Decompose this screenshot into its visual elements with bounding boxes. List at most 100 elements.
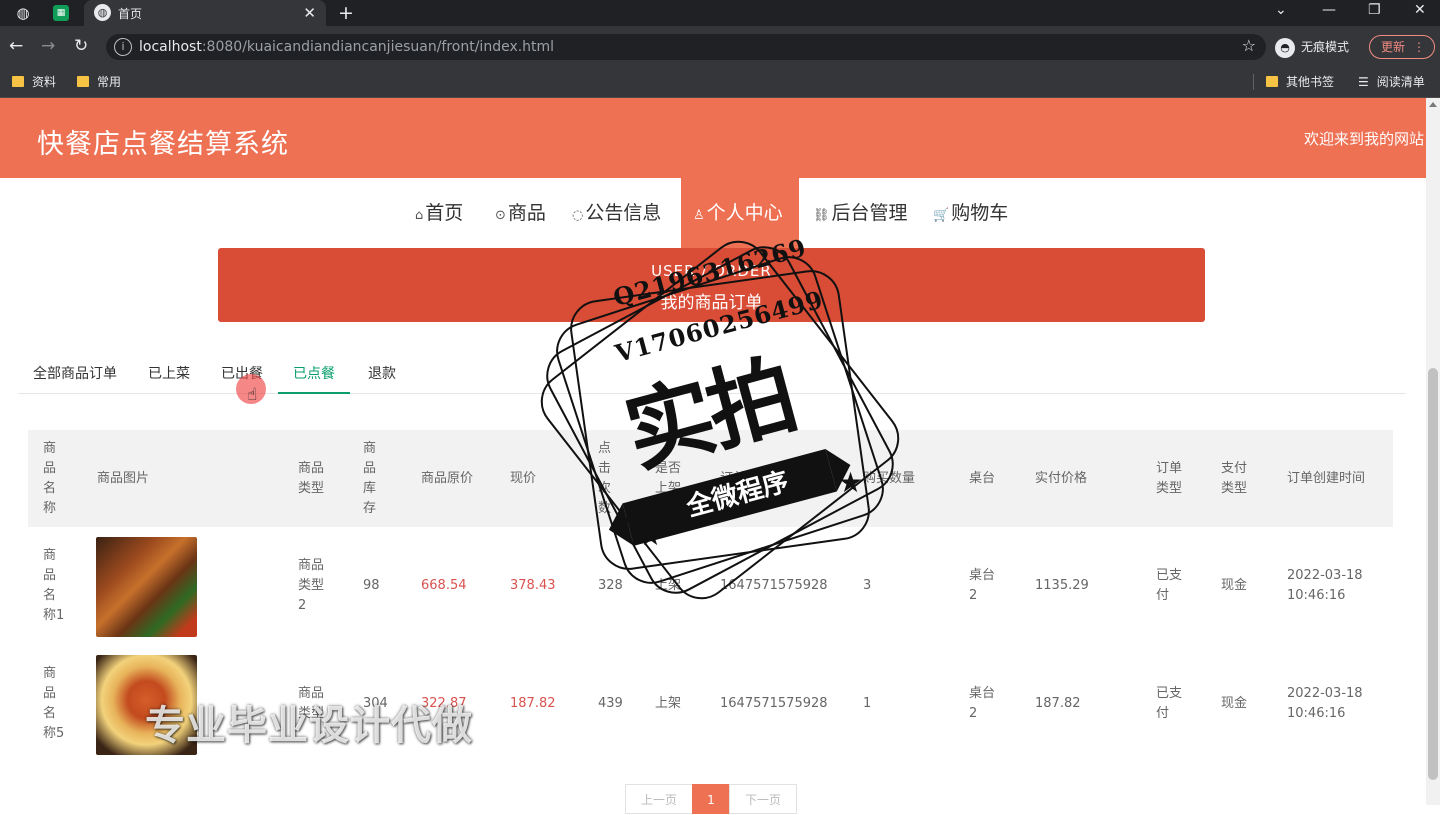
main-nav: ⌂ 首页 ⊙ 商品 ◌ 公告信息 ♙ 个人中心 ⛓ 后台管理 🛒 购物车 [0, 178, 1426, 248]
home-icon: ⌂ [415, 208, 424, 223]
cell-orig-price: 668.54 [421, 578, 467, 593]
cell-order-no: 1647571575928 [720, 696, 828, 711]
incognito-indicator[interactable]: ◓ 无痕模式 [1275, 36, 1349, 58]
product-image [96, 655, 197, 755]
cell-type: 商品类型 [298, 686, 325, 721]
col-pay-type: 支付类型 [1221, 460, 1248, 496]
site-info-icon[interactable]: i [114, 38, 132, 56]
bookmark-folder-1[interactable]: 资料 [12, 73, 56, 91]
restore-icon[interactable]: ❐ [1368, 2, 1381, 18]
cell-qty: 1 [863, 696, 872, 711]
col-image: 商品图片 [97, 470, 150, 486]
reload-icon[interactable]: ↻ [74, 36, 88, 56]
order-status-tabs: 全部商品订单 已上菜 已出餐 已点餐 退款 [18, 354, 1406, 394]
url-text: localhost:8080/kuaicandiandiancanjiesuan… [139, 39, 555, 55]
table-header: 商品名称 商品图片 商品类型 商品库存 商品原价 现价 点击次数 是否上架 订单… [28, 430, 1393, 527]
close-tab-icon[interactable]: ✕ [303, 4, 316, 22]
col-order-no: 订单号 [720, 470, 760, 486]
cell-paid: 187.82 [1035, 696, 1081, 711]
minimize-icon[interactable]: — [1322, 2, 1336, 18]
link-icon: ⛓ [813, 208, 830, 223]
cell-type: 商品类型2 [298, 558, 325, 613]
new-tab-icon[interactable]: + [336, 3, 356, 23]
cell-clicks: 328 [598, 578, 623, 593]
goods-icon: ⊙ [495, 208, 506, 223]
cell-created: 2022-03-18 10:46:16 [1287, 686, 1363, 721]
col-name: 商品名称 [43, 440, 57, 516]
mouse-cursor: ☝ [236, 374, 266, 405]
banner-subtitle: USER / ORDER [651, 262, 772, 280]
cell-shelf: 上架 [655, 696, 682, 711]
nav-admin[interactable]: ⛓ 后台管理 [811, 178, 908, 248]
cell-name: 商品名称5 [43, 666, 65, 741]
cell-price: 378.43 [510, 578, 556, 593]
cell-stock: 304 [363, 696, 388, 711]
tab-all-orders[interactable]: 全部商品订单 [18, 354, 132, 394]
scroll-thumb[interactable] [1428, 368, 1438, 780]
address-bar[interactable]: i localhost:8080/kuaicandiandiancanjiesu… [106, 34, 1266, 60]
product-image [96, 537, 197, 637]
col-price: 现价 [510, 470, 537, 486]
folder-icon [12, 76, 24, 87]
cell-shelf: 上架 [655, 578, 682, 593]
page-number-button[interactable]: 1 [692, 784, 730, 814]
cell-table-no: 桌台2 [969, 568, 996, 603]
page-scrollbar[interactable] [1426, 98, 1440, 805]
update-button[interactable]: 更新 ⋮ [1369, 35, 1435, 59]
tab-title: 首页 [118, 7, 143, 21]
tab-served[interactable]: 已上菜 [133, 354, 205, 394]
sheets-icon[interactable]: ▦ [53, 5, 69, 21]
back-icon[interactable]: ← [9, 36, 23, 56]
cell-pay-type: 现金 [1221, 696, 1248, 711]
cell-table-no: 桌台2 [969, 686, 996, 721]
next-page-button[interactable]: 下一页 [729, 784, 797, 814]
other-bookmarks[interactable]: 其他书签 [1266, 73, 1334, 91]
col-stock: 商品库存 [363, 440, 377, 516]
tab-refund[interactable]: 退款 [353, 354, 411, 394]
site-header: 快餐店点餐结算系统 欢迎来到我的网站 [0, 98, 1426, 178]
browser-tab-home[interactable]: ◍ 首页 ✕ [84, 0, 326, 26]
cell-orig-price: 322.87 [421, 696, 467, 711]
reading-list[interactable]: ☰ 阅读清单 [1358, 73, 1425, 91]
cell-created: 2022-03-18 10:46:16 [1287, 568, 1363, 603]
col-order-type: 订单类型 [1156, 460, 1183, 496]
table-row[interactable]: 商品名称1 商品类型2 98 668.54 378.43 328 上架 1647… [28, 527, 1393, 645]
cell-order-type: 已支付 [1156, 686, 1183, 721]
site-title: 快餐店点餐结算系统 [37, 129, 289, 160]
nav-user-center[interactable]: ♙ 个人中心 [681, 178, 799, 248]
nav-home[interactable]: ⌂ 首页 [413, 178, 463, 248]
bookmark-folder-2[interactable]: 常用 [77, 73, 121, 91]
col-orig-price: 商品原价 [421, 470, 474, 486]
globe-icon: ◍ [94, 4, 111, 21]
nav-notice[interactable]: ◌ 公告信息 [570, 178, 661, 248]
browser-tab-strip: ◍ ▦ ◍ 首页 ✕ + ⌄ — ❐ ✕ [0, 0, 1440, 26]
table-row[interactable]: 商品名称5 商品类型 304 322.87 187.82 439 上架 1647… [28, 645, 1393, 763]
cell-name: 商品名称1 [43, 548, 65, 623]
welcome-text: 欢迎来到我的网站 [1303, 130, 1424, 148]
cell-order-no: 1647571575928 [720, 578, 828, 593]
cell-paid: 1135.29 [1035, 578, 1089, 593]
cell-qty: 3 [863, 578, 872, 593]
prev-page-button[interactable]: 上一页 [625, 784, 693, 814]
tab-ordered[interactable]: 已点餐 [278, 354, 350, 394]
cell-clicks: 439 [598, 696, 623, 711]
menu-icon[interactable]: ⋮ [1413, 36, 1425, 58]
nav-cart[interactable]: 🛒 购物车 [931, 178, 1008, 248]
nav-goods[interactable]: ⊙ 商品 [493, 178, 546, 248]
col-created: 订单创建时间 [1287, 470, 1366, 486]
bookmark-star-icon[interactable]: ☆ [1242, 36, 1256, 55]
cell-stock: 98 [363, 578, 380, 593]
tab-search-icon[interactable]: ⌄ [1275, 2, 1287, 18]
divider [1253, 74, 1254, 90]
scroll-up-icon[interactable] [1429, 102, 1437, 107]
forward-icon[interactable]: → [41, 36, 55, 56]
col-type: 商品类型 [298, 460, 325, 496]
reading-list-icon: ☰ [1358, 75, 1369, 89]
close-window-icon[interactable]: ✕ [1414, 2, 1426, 18]
col-shelf: 是否上架 [655, 460, 682, 496]
cart-icon: 🛒 [933, 208, 950, 223]
notice-icon: ◌ [572, 208, 584, 223]
col-qty: 购买数量 [863, 470, 916, 486]
folder-icon [1266, 76, 1278, 87]
globe-icon[interactable]: ◍ [13, 3, 33, 23]
